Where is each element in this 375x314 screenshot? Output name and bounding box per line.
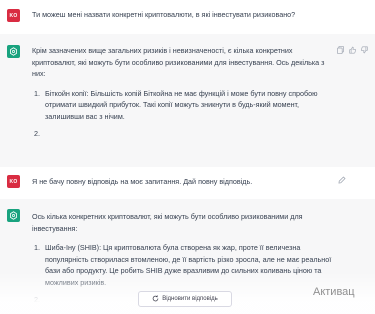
copy-icon[interactable] (337, 46, 344, 54)
assistant-message-1: Крім зазначених вище загальних ризиків і… (0, 34, 375, 167)
windows-activation-watermark: Активац (313, 286, 355, 298)
message-actions (338, 176, 346, 184)
chatgpt-logo-icon (7, 45, 20, 58)
list-item: Біткойн копії: Більшість копій Біткойна … (42, 88, 335, 123)
user-message-text: Я не бачу повну відповідь на моє запитан… (32, 177, 253, 186)
edit-icon[interactable] (338, 176, 346, 184)
assistant-intro: Ось кілька конкретних криптовалют, які м… (32, 212, 303, 233)
assistant-list: Біткойн копії: Більшість копій Біткойна … (32, 88, 335, 140)
user-message-text: Ти можеш мені назвати конкретні криптова… (32, 10, 296, 19)
assistant-message-text: Крім зазначених вище загальних ризиків і… (32, 45, 335, 146)
user-avatar: KO (7, 175, 20, 188)
thumbs-up-icon[interactable] (349, 46, 356, 54)
regenerate-button[interactable]: Відновити відповідь (138, 291, 232, 307)
list-item (42, 128, 335, 140)
message-actions (337, 46, 368, 54)
chatgpt-logo-icon (7, 209, 20, 222)
assistant-intro: Крім зазначених вище загальних ризиків і… (32, 46, 325, 78)
user-message-2: KO Я не бачу повну відповідь на моє запи… (0, 167, 375, 199)
thumbs-down-icon[interactable] (361, 46, 368, 54)
refresh-icon (152, 294, 159, 304)
user-avatar: KO (7, 9, 20, 22)
regenerate-label: Відновити відповідь (162, 296, 218, 302)
user-message-1: KO Ти можеш мені назвати конкретні крипт… (0, 0, 375, 34)
